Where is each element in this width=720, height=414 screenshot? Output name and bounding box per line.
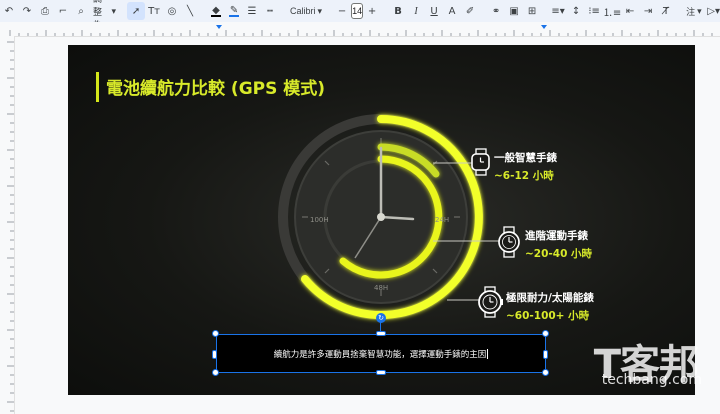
endurance-watch-icon bbox=[478, 286, 503, 318]
border-weight-icon[interactable]: ☰ bbox=[243, 2, 261, 20]
indent-marker-icon bbox=[216, 25, 222, 29]
textbox-icon[interactable]: Tт bbox=[145, 2, 163, 20]
category-name: 進階運動手錶 bbox=[525, 230, 588, 242]
font-size-input[interactable]: 14 bbox=[351, 3, 364, 19]
chevron-down-icon: ▾ bbox=[111, 5, 117, 16]
clear-format-icon[interactable]: T̸ bbox=[657, 2, 675, 20]
comment-label: 注 bbox=[686, 6, 696, 17]
border-dash-icon[interactable]: ┅ bbox=[261, 2, 279, 20]
resize-handle-top[interactable] bbox=[376, 331, 386, 336]
line-spacing-icon[interactable]: ↕ bbox=[567, 2, 585, 20]
resize-handle-bottom[interactable] bbox=[376, 370, 386, 375]
dial-label-bottom: 48H bbox=[374, 284, 388, 292]
fill-color-icon[interactable]: ◆ bbox=[207, 2, 225, 20]
category-name: 一般智慧手錶 bbox=[494, 152, 557, 164]
resize-handle-left[interactable] bbox=[212, 350, 217, 359]
resize-handle-bottom-left[interactable] bbox=[212, 369, 219, 376]
print-icon[interactable]: ⎙ bbox=[36, 2, 54, 20]
resize-handle-top-right[interactable] bbox=[542, 330, 549, 337]
comment-icon[interactable]: ⊞ bbox=[523, 2, 541, 20]
align-icon[interactable]: ≡▾ bbox=[549, 2, 567, 20]
redo-icon[interactable]: ↷ bbox=[18, 2, 36, 20]
category-endurance-watch: 極限耐力/太陽能錶 ~60-100+ 小時 bbox=[506, 290, 594, 323]
category-range: ~60-100+ 小時 bbox=[506, 310, 590, 322]
shape-icon[interactable]: ◎ bbox=[163, 2, 181, 20]
bold-button[interactable]: B bbox=[389, 2, 407, 20]
battery-dial-graphic: 100H 24H 48H bbox=[278, 114, 500, 320]
dial-label-left: 100H bbox=[310, 216, 329, 224]
resize-handle-top-left[interactable] bbox=[212, 330, 219, 337]
ruler-ticks bbox=[7, 41, 14, 412]
outdent-icon[interactable]: ⇥ bbox=[639, 2, 657, 20]
more-icon[interactable]: ▷▾ bbox=[705, 2, 720, 20]
smartwatch-icon bbox=[471, 148, 490, 176]
zoom-icon[interactable]: ⌕ bbox=[72, 2, 90, 20]
decrease-font-button[interactable]: − bbox=[333, 2, 351, 20]
chevron-down-icon: ▾ bbox=[317, 5, 323, 16]
paint-format-icon[interactable]: ⌐ bbox=[54, 2, 72, 20]
image-icon[interactable]: ▣ bbox=[505, 2, 523, 20]
indent-icon[interactable]: ⇤ bbox=[621, 2, 639, 20]
category-range: ~20-40 小時 bbox=[525, 248, 593, 260]
rotate-handle-icon[interactable]: ↻ bbox=[376, 313, 386, 323]
title-accent-bar bbox=[96, 72, 99, 102]
font-name: Calibri bbox=[290, 6, 316, 16]
text-cursor bbox=[487, 348, 489, 359]
hand-pivot bbox=[377, 213, 385, 221]
category-smartwatch: 一般智慧手錶 ~6-12 小時 bbox=[494, 150, 557, 183]
caption-text[interactable]: 續航力是許多運動員捨棄智慧功能，選擇運動手錶的主因 bbox=[216, 334, 546, 373]
highlight-icon[interactable]: ✐ bbox=[461, 2, 479, 20]
numbered-list-icon[interactable]: ⒈≡ bbox=[603, 2, 621, 20]
increase-font-button[interactable]: + bbox=[363, 2, 381, 20]
italic-button[interactable]: I bbox=[407, 2, 425, 20]
text-color-icon[interactable]: A bbox=[443, 2, 461, 20]
ruler-ticks bbox=[9, 25, 713, 36]
list-icon[interactable]: ⁝≡ bbox=[585, 2, 603, 20]
watermark-site: techbang.com bbox=[601, 372, 702, 388]
slide-title[interactable]: 電池續航力比較 (GPS 模式) bbox=[106, 74, 325, 99]
indent-marker-icon bbox=[541, 25, 547, 29]
toolbar: ↶ ↷ ⎙ ⌐ ⌕ 調整為...▾ ➚ Tт ◎ ╲ ◆ ✎ ☰ ┅ Calib… bbox=[0, 0, 720, 30]
category-range: ~6-12 小時 bbox=[494, 170, 554, 182]
select-icon[interactable]: ➚ bbox=[127, 2, 146, 20]
sport-watch-icon bbox=[498, 226, 520, 258]
vertical-ruler[interactable] bbox=[0, 36, 15, 414]
category-name: 極限耐力/太陽能錶 bbox=[506, 292, 594, 304]
resize-handle-right[interactable] bbox=[543, 350, 548, 359]
category-sport-watch: 進階運動手錶 ~20-40 小時 bbox=[525, 228, 592, 261]
underline-button[interactable]: U bbox=[425, 2, 443, 20]
undo-icon[interactable]: ↶ bbox=[0, 2, 18, 20]
font-select[interactable]: Calibri ▾ bbox=[287, 6, 325, 17]
resize-handle-bottom-right[interactable] bbox=[542, 369, 549, 376]
horizontal-ruler[interactable] bbox=[0, 22, 720, 37]
caption-text-content: 續航力是許多運動員捨棄智慧功能，選擇運動手錶的主因 bbox=[273, 349, 487, 360]
border-color-icon[interactable]: ✎ bbox=[225, 2, 243, 20]
comment-dropdown[interactable]: 注 ▾ bbox=[683, 5, 705, 18]
dial-label-right: 24H bbox=[435, 216, 449, 224]
link-icon[interactable]: ⚭ bbox=[487, 2, 505, 20]
line-icon[interactable]: ╲ bbox=[181, 2, 199, 20]
